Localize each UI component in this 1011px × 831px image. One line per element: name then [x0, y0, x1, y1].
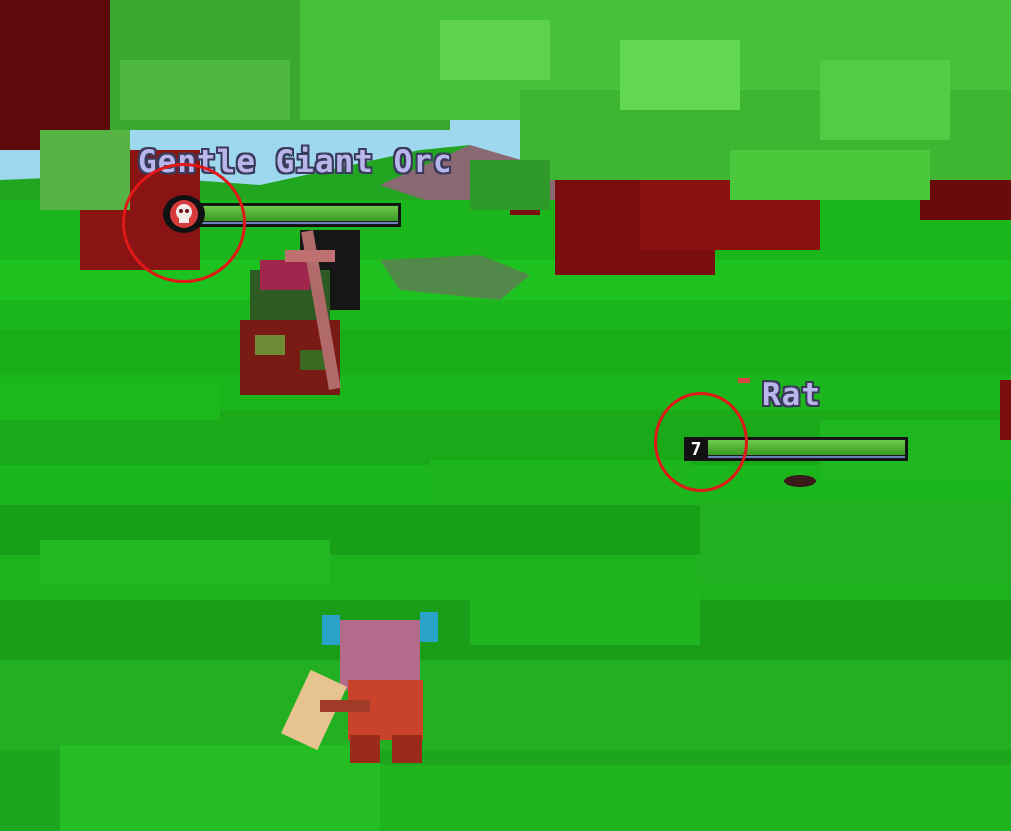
highlight-circle-level — [654, 392, 748, 492]
rat-name-label: Rat — [762, 377, 821, 413]
rat-character — [784, 475, 816, 487]
game-world — [0, 0, 1011, 831]
grass-terraces — [0, 260, 1011, 831]
rat-marker — [738, 378, 750, 383]
highlight-circle-skull — [122, 163, 246, 283]
